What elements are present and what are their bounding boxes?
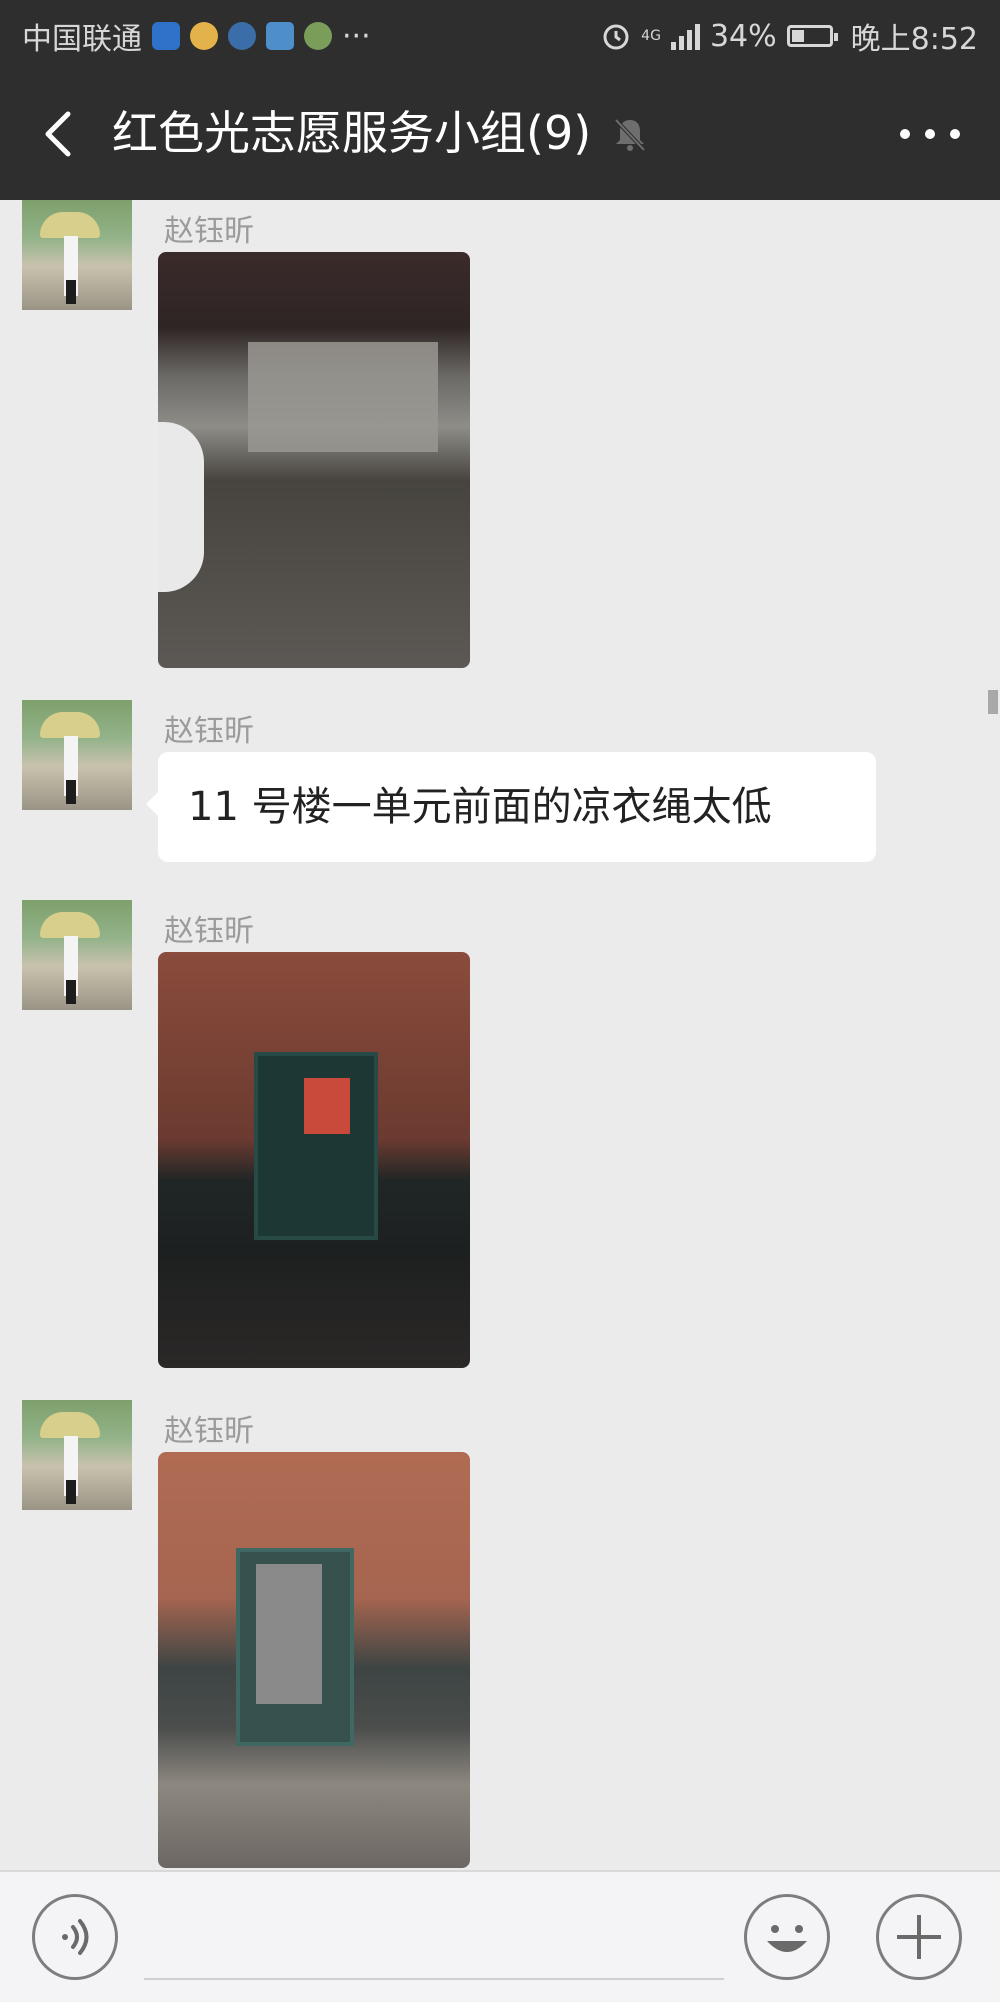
clock: 晚上8:52 bbox=[850, 22, 978, 57]
voice-button[interactable] bbox=[32, 1894, 118, 1980]
alarm-icon bbox=[603, 24, 629, 50]
sender-name: 赵钰昕 bbox=[164, 214, 254, 249]
chat-header: 红色光志愿服务小组(9) bbox=[0, 68, 1000, 200]
bell-muted-icon bbox=[614, 118, 646, 152]
app-icon bbox=[228, 22, 256, 50]
network-type: 4G bbox=[641, 28, 661, 44]
plus-icon bbox=[897, 1915, 941, 1959]
sender-name: 赵钰昕 bbox=[164, 714, 254, 749]
image-message[interactable] bbox=[158, 252, 470, 668]
more-notifications-icon: ··· bbox=[342, 18, 371, 54]
back-arrow-icon[interactable] bbox=[34, 108, 84, 160]
carrier-name: 中国联通 bbox=[22, 22, 142, 57]
more-actions-button[interactable] bbox=[876, 1894, 962, 1980]
signal-icon bbox=[670, 22, 700, 50]
card-icon bbox=[266, 22, 294, 50]
sender-name: 赵钰昕 bbox=[164, 914, 254, 949]
sender-name: 赵钰昕 bbox=[164, 1414, 254, 1449]
shield-icon bbox=[152, 22, 180, 50]
avatar[interactable] bbox=[22, 1400, 132, 1510]
more-icon[interactable] bbox=[900, 116, 960, 152]
scrollbar[interactable] bbox=[988, 690, 998, 714]
chat-title: 红色光志愿服务小组(9) bbox=[112, 106, 592, 160]
message-input[interactable] bbox=[144, 1896, 724, 1980]
app-icon bbox=[304, 22, 332, 50]
status-bar: 中国联通 ··· 4G 34% 晚上8:52 bbox=[0, 0, 1000, 68]
battery-percent: 34% bbox=[709, 18, 777, 54]
status-right: 4G 34% 晚上8:52 bbox=[601, 14, 978, 58]
battery-icon bbox=[786, 25, 838, 47]
voice-icon bbox=[62, 1919, 89, 1955]
emoji-button[interactable] bbox=[744, 1894, 830, 1980]
input-bar bbox=[0, 1870, 1000, 2002]
status-left: 中国联通 ··· bbox=[22, 14, 371, 58]
mail-icon bbox=[190, 22, 218, 50]
avatar[interactable] bbox=[22, 700, 132, 810]
image-message[interactable] bbox=[158, 952, 470, 1368]
emoji-icon bbox=[767, 1925, 807, 1952]
avatar[interactable] bbox=[22, 200, 132, 310]
text-message-bubble[interactable]: 11 号楼一单元前面的凉衣绳太低 bbox=[146, 752, 876, 862]
image-message[interactable] bbox=[158, 1452, 470, 1868]
avatar[interactable] bbox=[22, 900, 132, 1010]
